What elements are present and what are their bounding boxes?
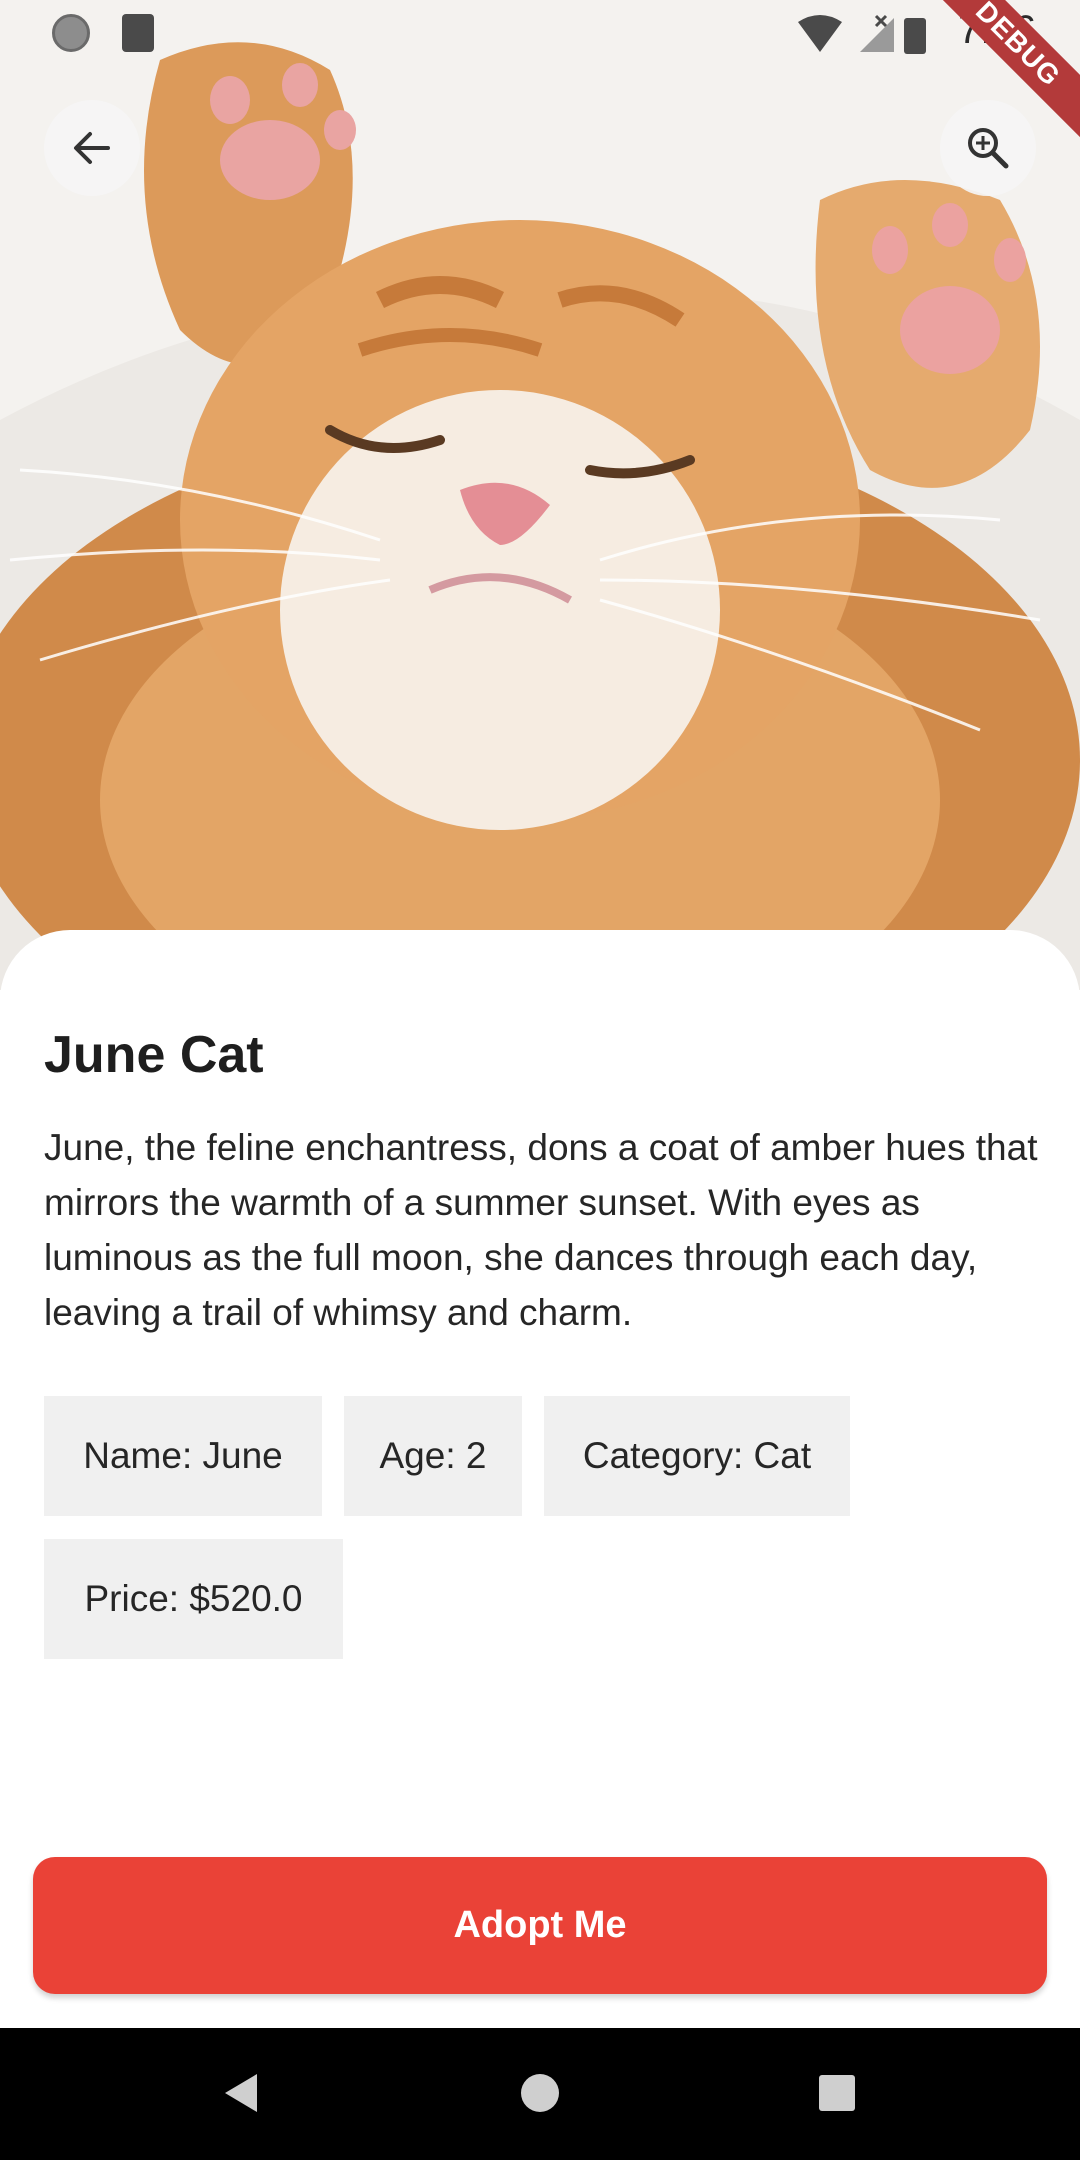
wifi-signal-battery-icons — [798, 14, 926, 54]
pet-description: June, the feline enchantress, dons a coa… — [44, 1127, 1038, 1333]
adopt-button[interactable]: Adopt Me — [33, 1857, 1047, 1994]
arrow-left-icon — [74, 132, 110, 164]
pet-detail-screen: 7:36 DEBUG June Cat June, the feline enc… — [0, 0, 1080, 2160]
sd-card-icon — [122, 14, 154, 52]
pet-title: June Cat — [44, 1026, 264, 1084]
chip-price: Price: $520.0 — [44, 1539, 343, 1659]
chip-category: Category: Cat — [544, 1396, 850, 1516]
nav-back-icon[interactable] — [225, 2074, 257, 2112]
navigation-bar — [0, 2028, 1080, 2160]
zoom-button[interactable] — [940, 100, 1036, 196]
kitten-illustration — [0, 0, 1080, 990]
nav-home-icon[interactable] — [521, 2074, 559, 2112]
pet-photo — [0, 0, 1080, 990]
zoom-in-icon — [968, 128, 1009, 169]
sync-icon — [52, 14, 90, 52]
status-icons — [790, 12, 930, 61]
back-button[interactable] — [44, 100, 140, 196]
chip-age: Age: 2 — [344, 1396, 522, 1516]
status-bar: 7:36 — [0, 0, 1080, 66]
nav-recents-icon[interactable] — [819, 2075, 855, 2111]
chip-name: Name: June — [44, 1396, 322, 1516]
